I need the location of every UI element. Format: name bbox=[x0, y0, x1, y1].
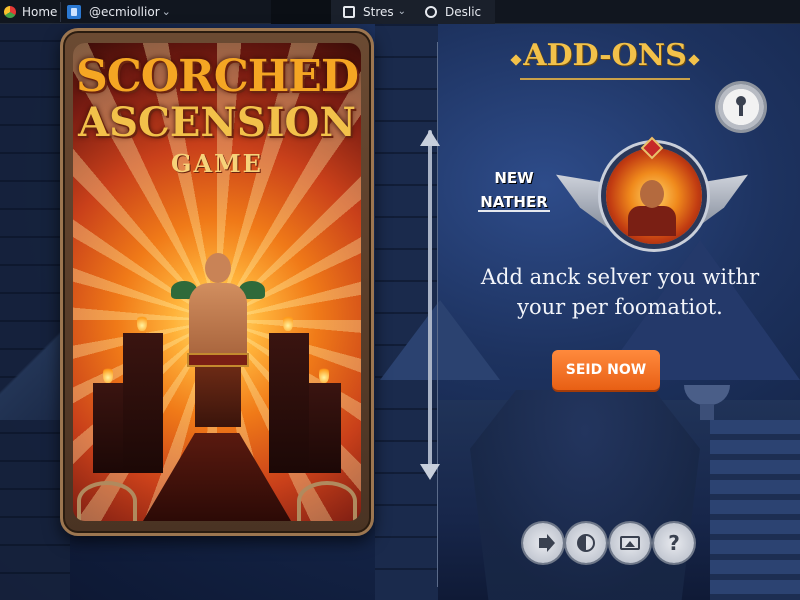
account-icon bbox=[67, 4, 81, 19]
game-title-line2: ASCENSION bbox=[78, 99, 356, 146]
tower bbox=[309, 383, 341, 473]
hero-torso bbox=[189, 283, 247, 363]
send-now-button[interactable]: SEID NOW bbox=[552, 350, 660, 390]
store-menu[interactable]: Stres ⌄ bbox=[331, 0, 415, 24]
background-stairs-right bbox=[710, 420, 800, 600]
sound-button[interactable] bbox=[523, 523, 563, 563]
promo-line1: Add anck selver you withr bbox=[480, 265, 760, 289]
store-label: Stres bbox=[363, 4, 394, 19]
vertical-scrollbar[interactable] bbox=[428, 130, 432, 470]
chevron-down-icon: ⌄ bbox=[161, 5, 171, 18]
tower bbox=[93, 383, 125, 473]
tower bbox=[123, 333, 163, 473]
addons-title: ADD-ONS bbox=[523, 38, 687, 73]
background-statue bbox=[470, 390, 700, 600]
clock-icon bbox=[425, 5, 437, 18]
account-switcher[interactable]: @ecmiollior ⌄ bbox=[61, 0, 271, 24]
account-label: @ecmiollior bbox=[89, 4, 160, 19]
promo-line2: your per foomatiot. bbox=[517, 295, 723, 319]
game-title-line1: SCORCHED bbox=[76, 51, 359, 102]
contrast-icon bbox=[577, 534, 595, 552]
game-cover-card[interactable]: SCORCHED ASCENSION GAME bbox=[60, 28, 374, 536]
hero-belt bbox=[187, 353, 249, 367]
game-title-line3: GAME bbox=[171, 149, 263, 178]
desk-label: Deslic bbox=[445, 4, 482, 19]
home-tab[interactable]: Home bbox=[0, 0, 60, 24]
keyhole-slot bbox=[739, 104, 743, 116]
flame-icon bbox=[137, 313, 147, 331]
frame-ornament bbox=[297, 481, 357, 521]
background-brazier-stem bbox=[700, 404, 714, 420]
chevron-down-icon: ⌄ bbox=[397, 6, 407, 17]
tower bbox=[269, 333, 309, 473]
hero-legs bbox=[195, 367, 241, 427]
hero-figure bbox=[171, 253, 265, 433]
flame-icon bbox=[283, 313, 293, 331]
home-label: Home bbox=[22, 4, 58, 19]
frame-ornament bbox=[77, 481, 137, 521]
home-icon bbox=[4, 5, 16, 18]
help-icon: ? bbox=[668, 531, 680, 555]
image-icon bbox=[620, 536, 640, 550]
desk-tab[interactable]: Deslic bbox=[415, 0, 495, 24]
topbar-spacer bbox=[271, 0, 331, 24]
gallery-button[interactable] bbox=[610, 523, 650, 563]
label-underline bbox=[478, 210, 550, 212]
flame-icon bbox=[319, 365, 329, 383]
speaker-icon bbox=[539, 534, 555, 552]
addon-description: Add anck selver you withr your per fooma… bbox=[470, 262, 770, 322]
display-button[interactable] bbox=[566, 523, 606, 563]
scroll-up-arrow-icon[interactable] bbox=[420, 130, 440, 146]
gear-lock-icon[interactable] bbox=[718, 84, 764, 130]
scroll-down-arrow-icon[interactable] bbox=[420, 464, 440, 480]
emblem-figure-head bbox=[640, 180, 664, 208]
hero-head bbox=[205, 253, 231, 283]
store-bag-icon bbox=[343, 5, 355, 18]
help-button[interactable]: ? bbox=[654, 523, 694, 563]
new-addon-label: NEW NATHER bbox=[476, 166, 552, 214]
title-underline bbox=[520, 78, 690, 80]
flame-icon bbox=[103, 365, 113, 383]
game-cover-art: SCORCHED ASCENSION GAME bbox=[73, 43, 361, 521]
new-label-line1: NEW bbox=[494, 169, 534, 187]
panel-divider bbox=[437, 42, 438, 587]
emblem-figure-body bbox=[628, 206, 676, 236]
top-bar: Home @ecmiollior ⌄ Stres ⌄ Deslic bbox=[0, 0, 800, 24]
